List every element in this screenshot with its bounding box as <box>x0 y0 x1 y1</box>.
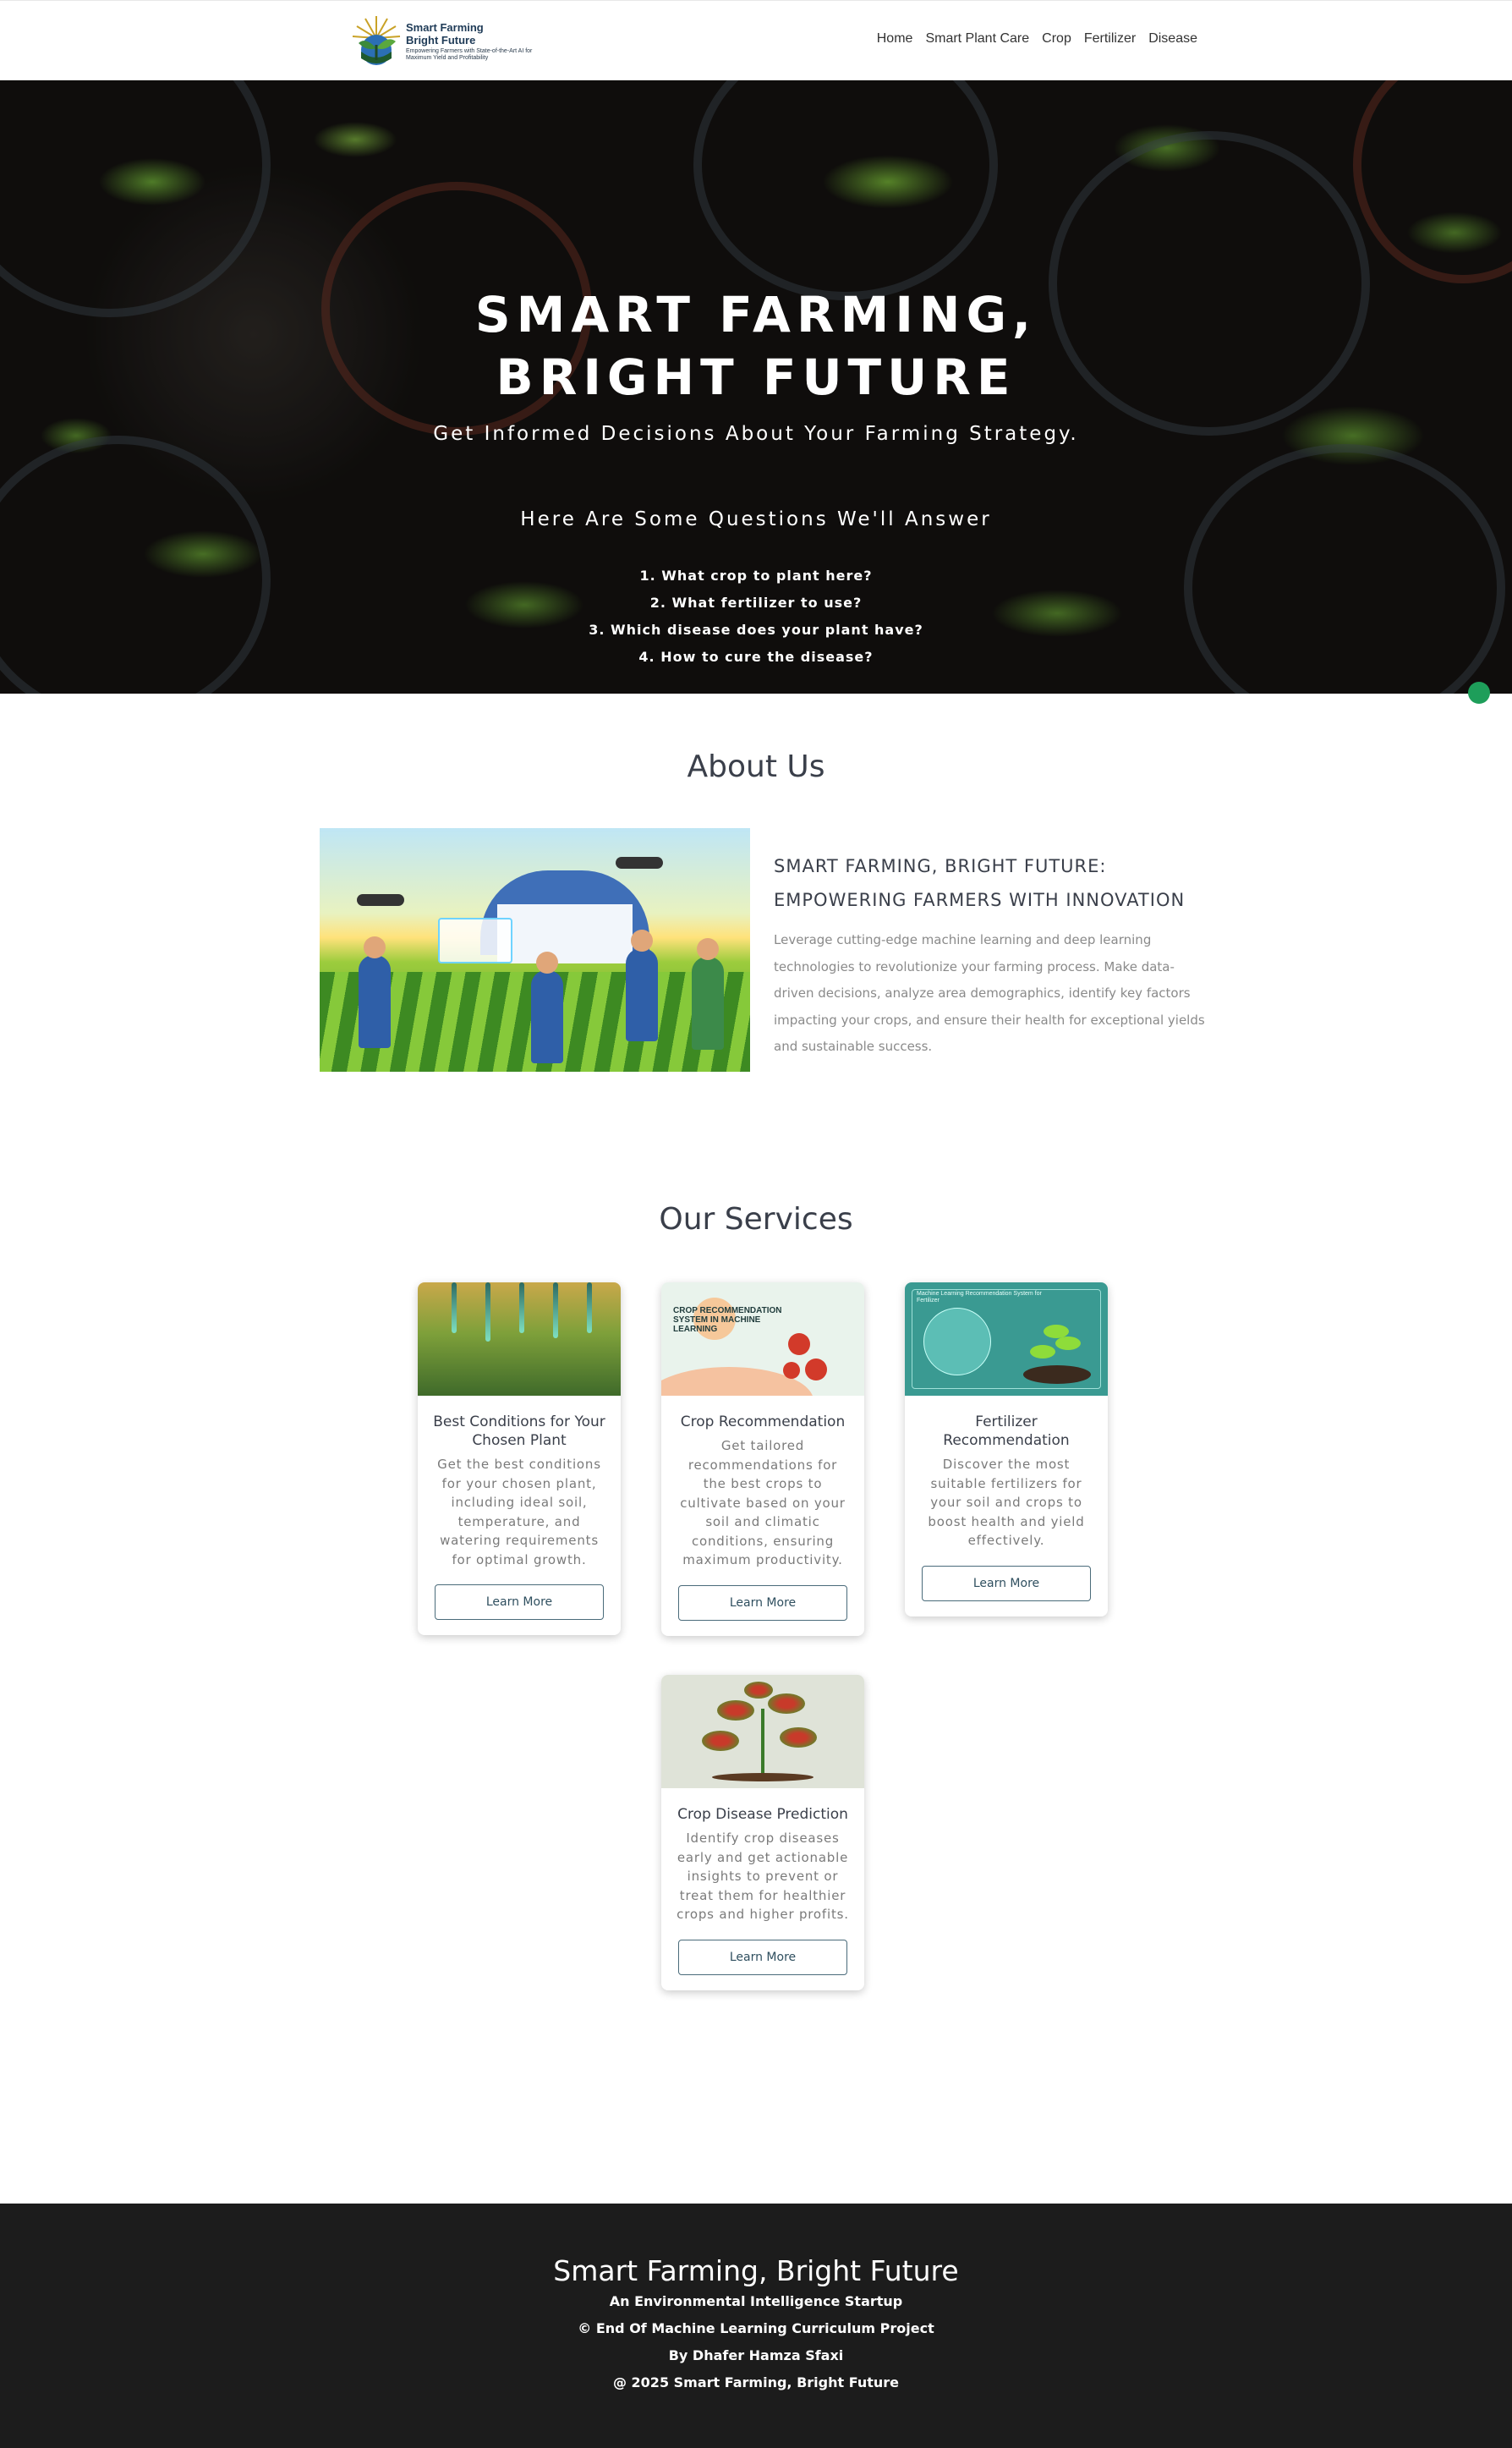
service-card-best-conditions: Best Conditions for Your Chosen Plant Ge… <box>418 1282 621 1635</box>
learn-more-button[interactable]: Learn More <box>678 1939 847 1975</box>
service-card-disease-prediction: Crop Disease Prediction Identify crop di… <box>661 1675 864 1990</box>
learn-more-button[interactable]: Learn More <box>435 1584 604 1620</box>
navbar: Smart Farming Bright Future Empowering F… <box>0 0 1512 80</box>
illustration-farmer <box>692 957 724 1050</box>
about-heading: SMART FARMING, BRIGHT FUTURE: EMPOWERING… <box>774 856 1186 910</box>
service-card-fertilizer-recommendation: Machine Learning Recommendation System f… <box>905 1282 1108 1616</box>
learn-more-button[interactable]: Learn More <box>922 1565 1091 1601</box>
diseased-leaf-icon <box>768 1693 805 1714</box>
service-card-title: Crop Disease Prediction <box>677 1806 848 1823</box>
illustration-sensor <box>485 1282 490 1342</box>
service-card-title: Fertilizer Recommendation <box>943 1413 1070 1449</box>
illustration-stem <box>761 1709 764 1776</box>
hero-questions-list: 1. What crop to plant here? 2. What fert… <box>0 563 1512 671</box>
learn-more-button[interactable]: Learn More <box>678 1584 847 1621</box>
about-title: About Us <box>687 749 825 784</box>
tomato-icon <box>805 1358 827 1380</box>
service-image-disease-prediction <box>661 1675 864 1788</box>
drone-icon <box>616 857 663 869</box>
hero-title: SMART FARMING, BRIGHT FUTURE <box>474 286 1038 406</box>
hero-subtitle: Get Informed Decisions About Your Farmin… <box>433 423 1079 445</box>
logo-tagline: Empowering Farmers with State-of-the-Art… <box>406 48 533 61</box>
illustration-soil <box>1023 1365 1091 1384</box>
diseased-leaf-icon <box>744 1682 773 1699</box>
illustration-farmer-head <box>697 938 719 960</box>
service-card-desc: Identify crop diseases early and get act… <box>677 1831 849 1922</box>
service-image-crop-recommendation: CROP RECOMMENDATION SYSTEM IN MACHINE LE… <box>661 1282 864 1396</box>
footer-line: By Dhafer Hamza Sfaxi <box>668 2347 844 2363</box>
diseased-leaf-icon <box>780 1727 817 1748</box>
illustration-sensor <box>452 1282 457 1333</box>
illustration-farmer <box>359 955 391 1048</box>
illustration-sensor <box>553 1282 558 1338</box>
illustration-sensor <box>519 1282 524 1333</box>
service-card-title: Best Conditions for Your Chosen Plant <box>433 1413 605 1449</box>
leaf-icon <box>1044 1325 1069 1338</box>
illustration-farmer-head <box>536 952 558 974</box>
service-card-crop-recommendation: CROP RECOMMENDATION SYSTEM IN MACHINE LE… <box>661 1282 864 1636</box>
leaf-icon <box>1055 1337 1081 1350</box>
tomato-icon <box>788 1333 810 1355</box>
nav-links: Home Smart Plant Care Crop Fertilizer Di… <box>877 31 1197 47</box>
footer-line: @ 2025 Smart Farming, Bright Future <box>612 2374 900 2390</box>
hero-question: 4. How to cure the disease? <box>638 649 874 665</box>
drone-icon <box>357 894 404 906</box>
illustration-farmer-head <box>364 936 386 958</box>
service-card-title: Crop Recommendation <box>680 1413 846 1430</box>
hero-question: 1. What crop to plant here? <box>639 568 873 584</box>
illustration-farmer <box>626 948 658 1041</box>
footer-line: © End Of Machine Learning Curriculum Pro… <box>578 2320 934 2336</box>
diseased-leaf-icon <box>702 1731 739 1751</box>
hero-questions-heading: Here Are Some Questions We'll Answer <box>520 508 992 530</box>
service-card-desc: Discover the most suitable fertilizers f… <box>928 1457 1085 1548</box>
scroll-top-button[interactable] <box>1468 682 1490 704</box>
illustration-soil <box>712 1773 814 1781</box>
tomato-icon <box>783 1362 800 1379</box>
footer-title: Smart Farming, Bright Future <box>553 2254 959 2287</box>
service-image-label: Machine Learning Recommendation System f… <box>917 1291 1042 1304</box>
nav-link-home[interactable]: Home <box>877 31 913 47</box>
brand-logo[interactable]: Smart Farming Bright Future Empowering F… <box>350 13 536 69</box>
nav-link-disease[interactable]: Disease <box>1148 31 1197 47</box>
services-title: Our Services <box>659 1202 853 1237</box>
service-image-label: CROP RECOMMENDATION SYSTEM IN MACHINE LE… <box>673 1306 782 1334</box>
illustration-network <box>923 1308 991 1375</box>
footer-line: An Environmental Intelligence Startup <box>609 2293 903 2309</box>
hero-question: 3. Which disease does your plant have? <box>589 622 923 638</box>
nav-link-smart-plant-care[interactable]: Smart Plant Care <box>925 31 1029 47</box>
diseased-leaf-icon <box>717 1700 754 1721</box>
service-image-best-conditions <box>418 1282 621 1396</box>
illustration-data-screen <box>438 918 512 963</box>
service-card-desc: Get tailored recommendations for the bes… <box>680 1438 846 1567</box>
service-image-fertilizer-recommendation: Machine Learning Recommendation System f… <box>905 1282 1108 1396</box>
about-body: Leverage cutting-edge machine learning a… <box>774 932 1205 1054</box>
illustration-barn-front <box>497 904 633 963</box>
illustration-farmer <box>531 970 563 1063</box>
sprout-globe-icon <box>352 16 401 65</box>
hero-question: 2. What fertilizer to use? <box>649 595 863 611</box>
illustration-farmer-head <box>631 930 653 952</box>
nav-link-fertilizer[interactable]: Fertilizer <box>1084 31 1136 47</box>
hero-section: SMART FARMING, BRIGHT FUTURE Get Informe… <box>0 80 1512 694</box>
leaf-icon <box>1030 1345 1055 1358</box>
nav-link-crop[interactable]: Crop <box>1042 31 1071 47</box>
service-card-desc: Get the best conditions for your chosen … <box>437 1457 601 1567</box>
footer: Smart Farming, Bright Future An Environm… <box>0 2204 1512 2448</box>
logo-title-line2: Bright Future <box>406 34 476 47</box>
illustration-sensor <box>587 1282 592 1333</box>
logo-title-line1: Smart Farming <box>406 21 484 34</box>
about-illustration <box>320 828 750 1072</box>
